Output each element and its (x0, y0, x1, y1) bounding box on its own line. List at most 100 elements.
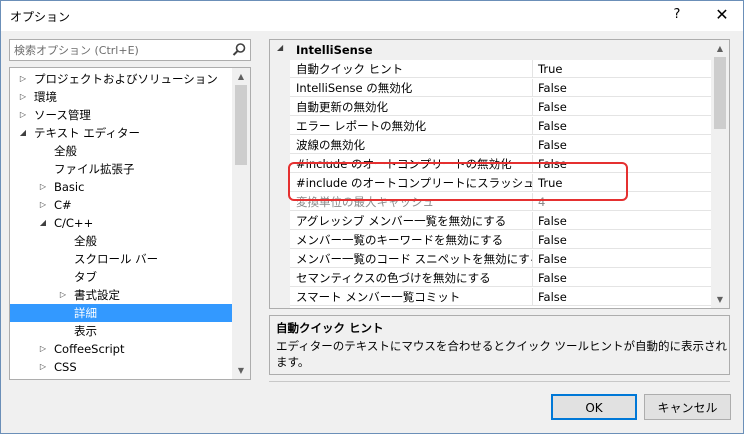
tree-item[interactable]: ▷ 書式設定 (10, 286, 232, 304)
tree-item-label: 表示 (74, 324, 97, 338)
options-tree: ▷ CSS ▷ CoffeeScript 表示 詳細 ▷ 書式設定 タブ スクロール バー 全般 ◢ C… (9, 67, 251, 380)
property-value[interactable]: False (533, 136, 711, 154)
collapse-icon[interactable]: ◢ (18, 124, 28, 142)
tree-item-label: CoffeeScript (54, 342, 125, 356)
property-value[interactable]: True (533, 60, 711, 78)
property-name: エラー レポートの無効化 (290, 117, 533, 135)
collapse-icon[interactable]: ◢ (38, 214, 48, 232)
tree-item[interactable]: 全般 (10, 142, 232, 160)
collapse-icon[interactable]: ◢ (277, 43, 283, 52)
property-value[interactable]: False (533, 212, 711, 230)
property-row[interactable]: メンバー一覧のコード スニペットを無効にする False (290, 250, 711, 269)
separator (269, 381, 730, 382)
property-value[interactable]: False (533, 98, 711, 116)
tree-item-label: C/C++ (54, 216, 94, 230)
property-row[interactable]: 波線の無効化 False (290, 136, 711, 155)
expand-icon[interactable]: ▷ (38, 340, 48, 358)
description-title: 自動クイック ヒント (276, 321, 384, 335)
tree-item-label: 全般 (54, 144, 77, 158)
grid-margin (270, 60, 290, 308)
tree-item-label: 詳細 (74, 306, 97, 320)
property-row[interactable]: メンバー一覧のキーワードを無効にする False (290, 231, 711, 250)
window-title: オプション (10, 10, 71, 24)
scroll-down-icon[interactable]: ▼ (711, 291, 729, 308)
tree-item-label: C# (54, 198, 72, 212)
tree-item-label: ソース管理 (34, 108, 91, 122)
property-name: アグレッシブ メンバー一覧を無効にする (290, 212, 533, 230)
category-name: IntelliSense (296, 43, 373, 57)
tree-item-label: ファイル拡張子 (54, 162, 135, 176)
tree-item-label: Basic (54, 180, 85, 194)
cancel-button[interactable]: キャンセル (644, 394, 731, 420)
property-name: 波線の無効化 (290, 136, 533, 154)
expand-icon[interactable]: ▷ (38, 358, 48, 376)
grid-scroll-thumb[interactable] (714, 57, 726, 129)
tree-item[interactable]: ▷ ソース管理 (10, 106, 232, 124)
expand-icon[interactable]: ▷ (18, 88, 28, 106)
scroll-up-icon[interactable]: ▲ (711, 40, 729, 57)
tree-item[interactable]: ▷ C# (10, 196, 232, 214)
tree-item[interactable]: ◢ C/C++ (10, 214, 232, 232)
property-name: スマート メンバー一覧コミット (290, 288, 533, 306)
property-row[interactable]: 自動更新の無効化 False (290, 98, 711, 117)
close-button[interactable]: ✕ (711, 4, 733, 26)
tree-item[interactable]: 表示 (10, 322, 232, 340)
tree-item-label: 環境 (34, 90, 57, 104)
property-value[interactable]: False (533, 79, 711, 97)
property-value[interactable]: False (533, 288, 711, 306)
help-button[interactable]: ? (667, 4, 687, 26)
tree-item-label: スクロール バー (74, 252, 159, 266)
tree-item[interactable]: ▷ Basic (10, 178, 232, 196)
tree-item[interactable]: ▷ プロジェクトおよびソリューション (10, 70, 232, 88)
category-intellisense[interactable]: ◢ IntelliSense (270, 40, 711, 60)
tree-item[interactable]: 全般 (10, 232, 232, 250)
property-value[interactable]: False (533, 231, 711, 249)
tree-item-label: 全般 (74, 234, 97, 248)
expand-icon[interactable]: ▷ (38, 178, 48, 196)
title-bar: オプション ? ✕ (1, 1, 743, 31)
ok-button[interactable]: OK (551, 394, 637, 420)
property-row[interactable]: IntelliSense の無効化 False (290, 79, 711, 98)
tree-scroll-thumb[interactable] (235, 85, 247, 165)
property-row[interactable]: スマート メンバー一覧コミット False (290, 288, 711, 307)
property-name: セマンティクスの色づけを無効にする (290, 269, 533, 287)
tree-item[interactable]: タブ (10, 268, 232, 286)
tree-item[interactable]: ▷ CSS (10, 358, 232, 376)
property-value[interactable]: False (533, 269, 711, 287)
tree-item-label: タブ (74, 270, 97, 284)
expand-icon[interactable]: ▷ (58, 286, 68, 304)
property-name: メンバー一覧のキーワードを無効にする (290, 231, 533, 249)
options-dialog: オプション ? ✕ ▷ CSS ▷ CoffeeScript 表示 詳細 ▷ 書式設定 タブ スク… (0, 0, 744, 434)
property-value[interactable]: False (533, 117, 711, 135)
property-value[interactable]: False (533, 250, 711, 268)
property-name: 自動クイック ヒント (290, 60, 533, 78)
tree-item[interactable]: スクロール バー (10, 250, 232, 268)
property-row[interactable]: セマンティクスの色づけを無効にする False (290, 269, 711, 288)
search-icon[interactable] (230, 41, 248, 59)
description-text: エディターのテキストにマウスを合わせるとクイック ツールヒントが自動的に表示され… (276, 339, 728, 369)
scroll-down-icon[interactable]: ▼ (232, 362, 250, 379)
tree-item-label: 書式設定 (74, 288, 120, 302)
grid-scrollbar[interactable]: ▲ ▼ (711, 40, 729, 308)
expand-icon[interactable]: ▷ (38, 196, 48, 214)
tree-item[interactable]: ◢ テキスト エディター (10, 124, 232, 142)
annotation-highlight-box (288, 162, 628, 201)
description-panel: 自動クイック ヒント エディターのテキストにマウスを合わせるとクイック ツールヒ… (269, 315, 730, 375)
property-row[interactable]: エラー レポートの無効化 False (290, 117, 711, 136)
tree-item[interactable]: ファイル拡張子 (10, 160, 232, 178)
tree-item[interactable]: 詳細 (10, 304, 232, 322)
scroll-up-icon[interactable]: ▲ (232, 68, 250, 85)
search-box (9, 39, 251, 61)
property-name: IntelliSense の無効化 (290, 79, 533, 97)
tree-scrollbar[interactable]: ▲ ▼ (232, 68, 250, 379)
expand-icon[interactable]: ▷ (18, 70, 28, 88)
property-name: メンバー一覧のコード スニペットを無効にする (290, 250, 533, 268)
property-row[interactable]: アグレッシブ メンバー一覧を無効にする False (290, 212, 711, 231)
property-row[interactable]: 自動クイック ヒント True (290, 60, 711, 79)
tree-item[interactable]: ▷ 環境 (10, 88, 232, 106)
tree-item-label: CSS (54, 360, 77, 374)
search-input[interactable] (10, 40, 233, 60)
tree-item-label: プロジェクトおよびソリューション (34, 72, 218, 86)
expand-icon[interactable]: ▷ (18, 106, 28, 124)
tree-item[interactable]: ▷ CoffeeScript (10, 340, 232, 358)
